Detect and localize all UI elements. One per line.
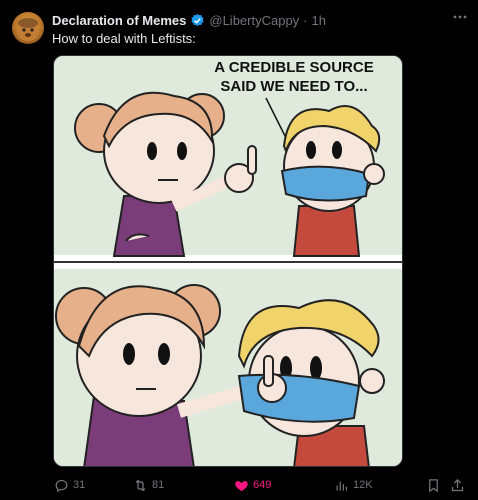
views-button[interactable]: 12K (334, 476, 373, 494)
meme-caption-line2: SAID WE NEED TO... (220, 78, 367, 95)
more-icon[interactable] (452, 9, 468, 28)
verified-icon (191, 13, 204, 26)
reply-icon (55, 479, 68, 492)
separator-dot: · (303, 12, 308, 28)
repost-icon (135, 479, 146, 491)
author-name[interactable]: Declaration of Memes (52, 13, 186, 28)
reply-button[interactable]: 31 (54, 476, 85, 494)
like-icon (235, 480, 248, 491)
action-bar: 31 81 649 12K (52, 476, 466, 494)
meme-caption-line1: A CREDIBLE SOURCE (214, 59, 373, 76)
repost-count: 81 (152, 479, 165, 491)
reply-count: 31 (73, 479, 86, 491)
timestamp[interactable]: 1h (312, 13, 326, 28)
like-count: 649 (253, 479, 272, 491)
views-count: 12K (353, 479, 373, 491)
avatar[interactable] (12, 12, 44, 44)
tweet-text: How to deal with Leftists: (52, 31, 196, 46)
like-button[interactable]: 649 (234, 476, 271, 494)
share-button[interactable] (450, 476, 465, 494)
tweet-header: Declaration of Memes @LibertyCappy · 1h (52, 11, 466, 29)
share-icon (451, 478, 464, 491)
author-handle[interactable]: @LibertyCappy (209, 13, 299, 28)
views-icon (336, 481, 348, 490)
meme-image[interactable]: A CREDIBLE SOURCE SAID WE NEED TO... (53, 55, 403, 467)
repost-button[interactable]: 81 (133, 476, 164, 494)
bookmark-icon (429, 478, 438, 492)
bookmark-button[interactable] (426, 476, 441, 494)
